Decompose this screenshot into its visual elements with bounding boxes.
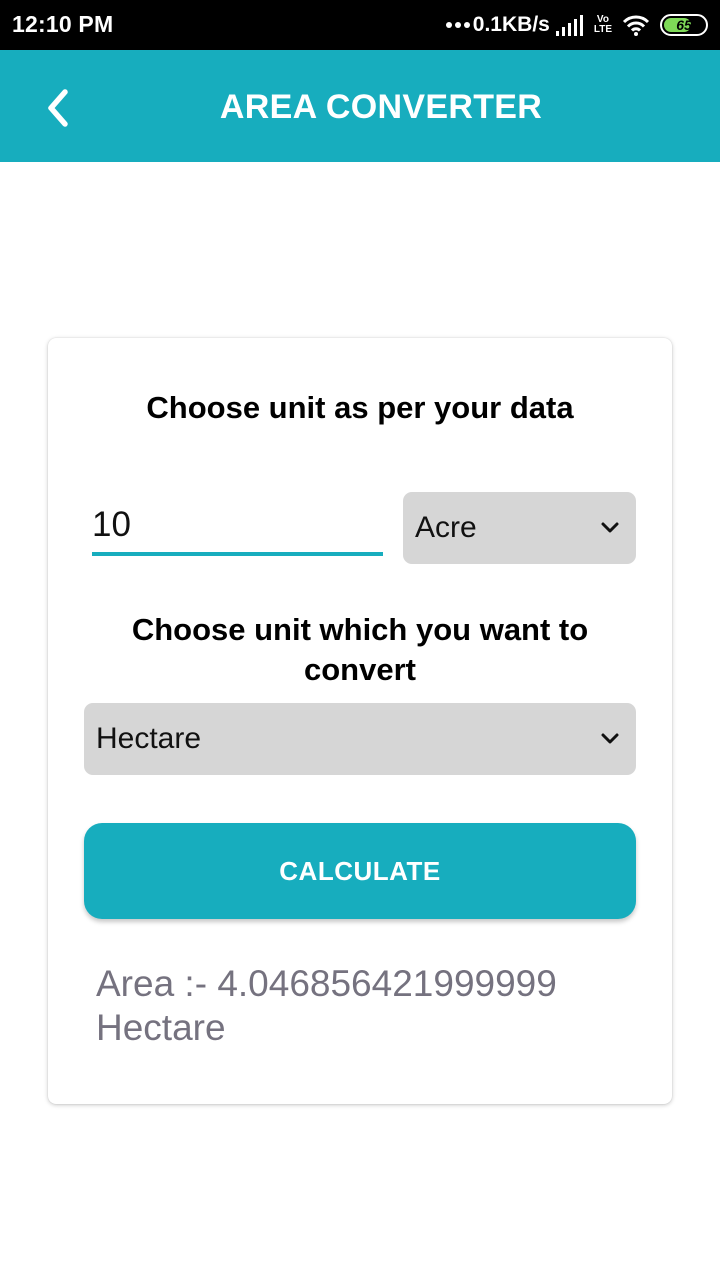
dots-icon bbox=[445, 22, 470, 28]
battery-icon: 65 bbox=[660, 14, 708, 36]
converter-card: Choose unit as per your data Acre Choose… bbox=[48, 338, 672, 1104]
from-unit-heading: Choose unit as per your data bbox=[146, 390, 574, 425]
to-unit-value: Hectare bbox=[96, 722, 202, 755]
chevron-down-icon bbox=[601, 733, 619, 744]
to-unit-heading: Choose unit which you want to convert bbox=[131, 612, 589, 687]
to-unit-select[interactable]: Hectare bbox=[84, 703, 636, 775]
volte-icon: Vo LTE bbox=[594, 15, 612, 35]
battery-level: 65 bbox=[676, 17, 692, 33]
wifi-icon bbox=[622, 15, 650, 36]
calculate-button[interactable]: CALCULATE bbox=[84, 823, 636, 919]
from-unit-value: Acre bbox=[415, 511, 477, 544]
status-bar: 12:10 PM 0.1KB/s Vo LTE 65 bbox=[0, 0, 720, 50]
chevron-down-icon bbox=[601, 522, 619, 533]
network-speed: 0.1KB/s bbox=[472, 13, 550, 36]
volte-bottom-label: LTE bbox=[593, 24, 612, 35]
status-time: 12:10 PM bbox=[12, 11, 114, 37]
status-icons: 0.1KB/s Vo LTE 65 bbox=[445, 10, 708, 40]
from-unit-select[interactable]: Acre bbox=[403, 492, 636, 564]
result-text: Area :- 4.046856421999999 Hectare bbox=[96, 963, 557, 1048]
value-input[interactable] bbox=[92, 498, 383, 556]
app-bar: AREA CONVERTER bbox=[0, 50, 720, 162]
signal-icon bbox=[555, 15, 583, 36]
page-title: AREA CONVERTER bbox=[219, 88, 543, 126]
